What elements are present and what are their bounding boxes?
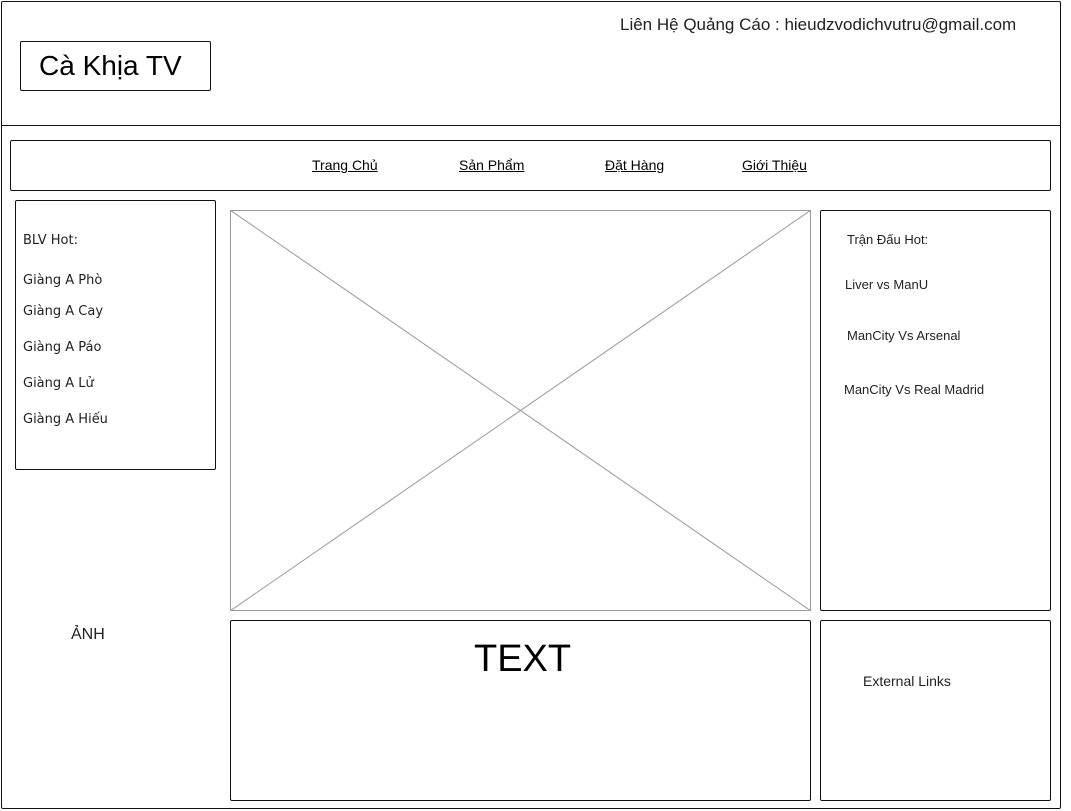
external-links-label[interactable]: External Links <box>863 673 951 689</box>
left-sidebar-item[interactable]: Giàng A Phò <box>23 273 102 288</box>
left-sidebar-item[interactable]: Giàng A Páo <box>23 340 101 355</box>
logo[interactable]: Cà Khịa TV <box>20 41 211 91</box>
text-label: TEXT <box>474 638 572 680</box>
image-placeholder <box>230 210 811 611</box>
nav-san-pham[interactable]: Sản Phẩm <box>459 157 524 173</box>
header-divider <box>1 125 1061 126</box>
image-label: ẢNH <box>71 626 105 643</box>
external-links-panel: External Links <box>820 620 1051 801</box>
right-sidebar-title: Trận Đấu Hot: <box>847 232 929 247</box>
left-sidebar-title: BLV Hot: <box>23 233 78 248</box>
nav-gioi-thieu[interactable]: Giới Thiệu <box>742 157 807 173</box>
left-sidebar-item[interactable]: Giàng A Hiếu <box>23 412 108 427</box>
left-sidebar-item[interactable]: Giàng A Cay <box>23 304 103 319</box>
match-item[interactable]: ManCity Vs Arsenal <box>847 328 960 343</box>
text-panel: TEXT <box>230 620 811 801</box>
right-sidebar <box>820 210 1051 611</box>
nav-trang-chu[interactable]: Trang Chủ <box>312 157 378 173</box>
match-item[interactable]: ManCity Vs Real Madrid <box>844 382 984 397</box>
nav-dat-hang[interactable]: Đặt Hàng <box>605 157 664 173</box>
logo-text: Cà Khịa TV <box>39 50 182 81</box>
match-item[interactable]: Liver vs ManU <box>845 277 928 292</box>
left-sidebar-item[interactable]: Giàng A Lử <box>23 376 94 391</box>
contact-text: Liên Hệ Quảng Cáo : hieudzvodichvutru@gm… <box>620 15 1017 34</box>
nav-bar <box>10 140 1051 191</box>
